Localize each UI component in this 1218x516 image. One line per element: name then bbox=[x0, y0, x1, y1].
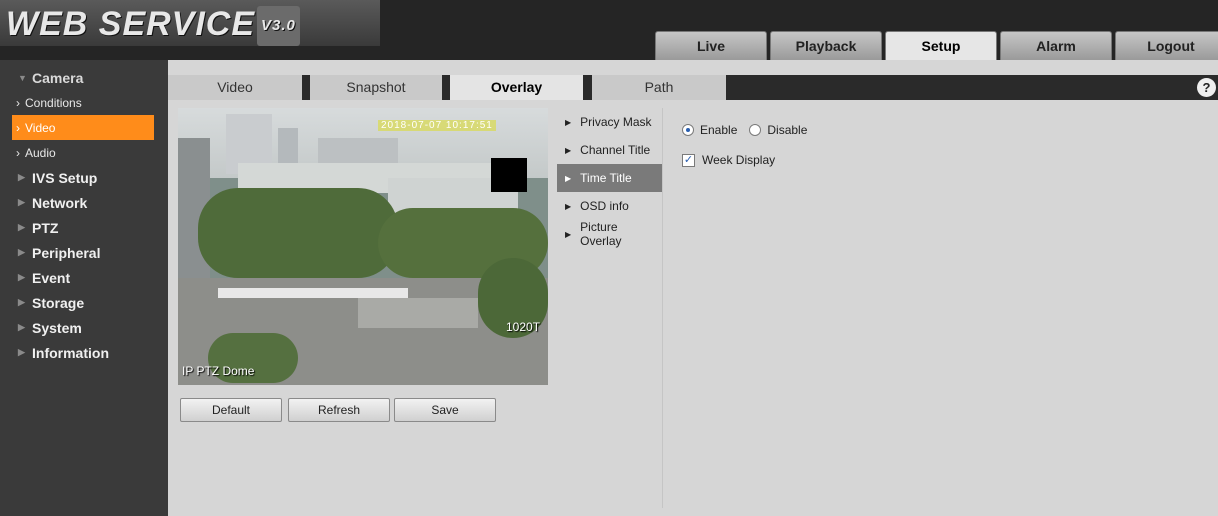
sidebar-sub-label: Audio bbox=[25, 145, 56, 160]
week-display-row: ✓ Week Display bbox=[682, 145, 807, 175]
sidebar-item-label: Camera bbox=[32, 69, 84, 86]
expanded-triangle-icon: ▼ bbox=[18, 72, 27, 83]
overlay-item-label: Channel Title bbox=[580, 143, 651, 157]
sidebar-item-peripheral[interactable]: ▶ Peripheral bbox=[0, 240, 168, 265]
sidebar-item-label: Information bbox=[32, 344, 109, 361]
tab-logout[interactable]: Logout bbox=[1115, 31, 1218, 60]
enable-row: Enable Disable bbox=[682, 115, 807, 145]
logo-panel: WEB SERVICE V3.0 bbox=[0, 0, 380, 47]
sidebar-sub-video[interactable]: › Video bbox=[12, 115, 154, 140]
logo-text: WEB SERVICE bbox=[6, 5, 256, 43]
app-logo: WEB SERVICE V3.0 bbox=[6, 4, 300, 47]
tab-playback[interactable]: Playback bbox=[770, 31, 882, 60]
time-title-overlay[interactable]: 2018-07-07 10:17:51 bbox=[378, 120, 496, 131]
sidebar-sub-conditions[interactable]: › Conditions bbox=[0, 90, 168, 115]
trees bbox=[198, 188, 398, 278]
overlay-menu: ▶ Privacy Mask ▶ Channel Title ▶ Time Title… bbox=[557, 108, 663, 508]
arrow-right-icon: ▶ bbox=[565, 201, 572, 211]
sidebar-item-label: Storage bbox=[32, 294, 85, 311]
collapsed-triangle-icon: ▶ bbox=[18, 222, 25, 232]
default-button[interactable]: Default bbox=[180, 398, 282, 422]
disable-radio[interactable] bbox=[749, 124, 762, 136]
sidebar-item-camera[interactable]: ▼ Camera bbox=[0, 65, 168, 90]
channel-number-overlay: 1020T bbox=[506, 320, 541, 334]
privacy-mask-block bbox=[491, 158, 527, 192]
collapsed-triangle-icon: ▶ bbox=[18, 172, 25, 182]
enable-radio[interactable] bbox=[682, 124, 694, 136]
sidebar-item-event[interactable]: ▶ Event bbox=[0, 265, 168, 290]
sidebar: ▼ Camera › Conditions › Video › Audio ▶ I… bbox=[0, 60, 168, 516]
tab-alarm[interactable]: Alarm bbox=[1000, 31, 1112, 60]
overlay-item-label: Privacy Mask bbox=[580, 115, 652, 129]
sidebar-item-information[interactable]: ▶ Information bbox=[0, 340, 168, 365]
logo-version: V3.0 bbox=[257, 6, 300, 47]
main-tabs: Live Playback Setup Alarm Logout bbox=[655, 31, 1218, 60]
channel-title-overlay[interactable]: IP PTZ Dome bbox=[182, 364, 254, 378]
arrow-right-icon: ▶ bbox=[565, 117, 572, 127]
overlay-item-osd-info[interactable]: ▶ OSD info bbox=[557, 192, 662, 220]
sidebar-item-label: System bbox=[32, 319, 82, 336]
sidebar-item-storage[interactable]: ▶ Storage bbox=[0, 290, 168, 315]
main-content: Video Snapshot Overlay Path ? 2018-07-07… bbox=[168, 60, 1218, 516]
sidebar-item-label: PTZ bbox=[32, 219, 59, 236]
week-display-label: Week Display bbox=[702, 153, 776, 167]
arrow-right-icon: ▶ bbox=[565, 145, 572, 155]
sidebar-item-label: Network bbox=[32, 194, 88, 211]
overlay-item-time-title[interactable]: ▶ Time Title bbox=[557, 164, 662, 192]
enable-label: Enable bbox=[700, 123, 738, 137]
sidebar-sub-label: Conditions bbox=[25, 95, 82, 110]
crosswalk bbox=[218, 288, 408, 298]
sub-tab-bar: Video Snapshot Overlay Path ? bbox=[168, 75, 1218, 100]
tab-live[interactable]: Live bbox=[655, 31, 767, 60]
subtab-video[interactable]: Video bbox=[168, 75, 302, 100]
sidebar-item-ptz[interactable]: ▶ PTZ bbox=[0, 215, 168, 240]
sidebar-item-ivs-setup[interactable]: ▶ IVS Setup bbox=[0, 165, 168, 190]
subtab-overlay[interactable]: Overlay bbox=[450, 75, 583, 100]
crosswalk bbox=[358, 298, 478, 328]
collapsed-triangle-icon: ▶ bbox=[18, 297, 25, 307]
header-bar: WEB SERVICE V3.0 Live Playback Setup Alar… bbox=[0, 0, 1218, 60]
subtab-path[interactable]: Path bbox=[592, 75, 726, 100]
overlay-item-label: Picture Overlay bbox=[580, 220, 622, 248]
refresh-button[interactable]: Refresh bbox=[288, 398, 390, 422]
save-button[interactable]: Save bbox=[394, 398, 496, 422]
sidebar-item-network[interactable]: ▶ Network bbox=[0, 190, 168, 215]
overlay-item-picture-overlay[interactable]: ▶ Picture Overlay bbox=[557, 220, 662, 248]
disable-label: Disable bbox=[767, 123, 808, 137]
arrow-right-icon: ▶ bbox=[565, 229, 572, 239]
collapsed-triangle-icon: ▶ bbox=[18, 247, 25, 257]
tab-setup[interactable]: Setup bbox=[885, 31, 997, 60]
video-preview: 2018-07-07 10:17:51 1020T IP PTZ Dome bbox=[178, 108, 548, 385]
sidebar-sub-label: Video bbox=[25, 120, 56, 135]
chevron-right-icon: › bbox=[16, 120, 20, 135]
sidebar-sub-audio[interactable]: › Audio bbox=[0, 140, 168, 165]
collapsed-triangle-icon: ▶ bbox=[18, 272, 25, 282]
collapsed-triangle-icon: ▶ bbox=[18, 347, 25, 357]
collapsed-triangle-icon: ▶ bbox=[18, 197, 25, 207]
collapsed-triangle-icon: ▶ bbox=[18, 322, 25, 332]
overlay-item-privacy-mask[interactable]: ▶ Privacy Mask bbox=[557, 108, 662, 136]
help-icon[interactable]: ? bbox=[1197, 78, 1216, 97]
chevron-right-icon: › bbox=[16, 145, 20, 160]
sidebar-item-label: Event bbox=[32, 269, 71, 286]
week-display-checkbox[interactable]: ✓ bbox=[682, 153, 695, 167]
chevron-right-icon: › bbox=[16, 95, 20, 110]
sidebar-item-label: Peripheral bbox=[32, 244, 101, 261]
sidebar-item-label: IVS Setup bbox=[32, 169, 98, 186]
overlay-item-label: OSD info bbox=[580, 199, 629, 213]
overlay-item-channel-title[interactable]: ▶ Channel Title bbox=[557, 136, 662, 164]
subtab-snapshot[interactable]: Snapshot bbox=[310, 75, 442, 100]
sidebar-item-system[interactable]: ▶ System bbox=[0, 315, 168, 340]
arrow-right-icon: ▶ bbox=[565, 173, 572, 183]
time-title-settings: Enable Disable ✓ Week Display bbox=[682, 115, 807, 175]
overlay-item-label: Time Title bbox=[580, 171, 632, 185]
